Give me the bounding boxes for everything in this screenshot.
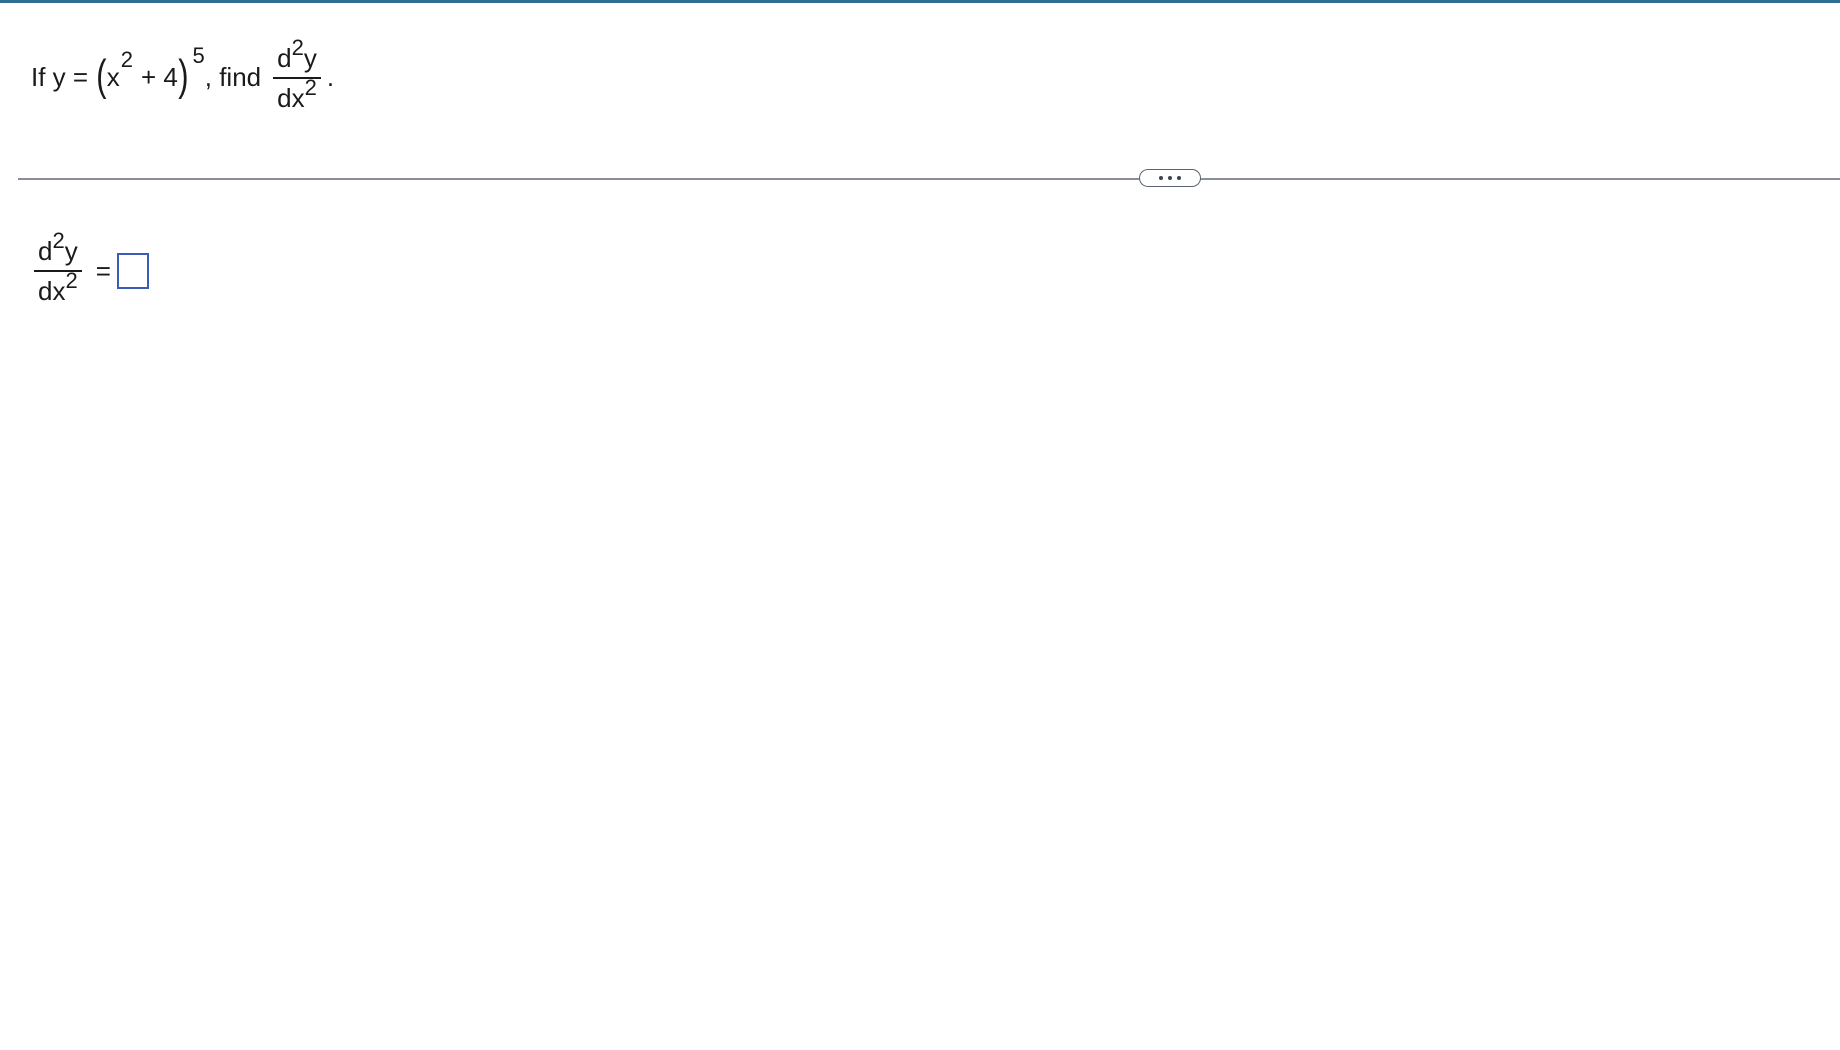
numerator-exponent: 2 — [291, 34, 304, 60]
answer-numerator-variable: y — [64, 236, 78, 266]
ellipsis-icon[interactable] — [1139, 169, 1201, 187]
base-variable: x — [106, 62, 120, 92]
denominator-exponent: 2 — [304, 74, 317, 100]
base-exponent: 2 — [120, 46, 133, 72]
question-period: . — [326, 62, 335, 92]
numerator-d: d — [277, 42, 292, 73]
fraction-denominator: dx2 — [273, 76, 321, 113]
numerator-variable: y — [303, 42, 317, 73]
question-statement: If y = ( x 2 + 4 ) 5 , find d2y dx2 . — [31, 30, 334, 125]
answer-row: d2y dx2 = — [30, 230, 149, 306]
answer-denominator-exponent: 2 — [65, 268, 78, 293]
plus-term: + 4 — [140, 62, 178, 92]
equals-sign: = — [95, 255, 111, 286]
question-prefix: If y = — [31, 62, 89, 92]
fraction-numerator: d2y — [273, 36, 321, 77]
answer-denominator-dx: dx — [38, 276, 66, 306]
outer-exponent: 5 — [192, 42, 205, 68]
answer-input[interactable] — [116, 253, 149, 289]
answer-denominator: dx2 — [34, 270, 82, 306]
page: If y = ( x 2 + 4 ) 5 , find d2y dx2 . d2… — [0, 0, 1840, 1050]
section-divider — [18, 178, 1840, 180]
top-accent-rule — [0, 0, 1840, 3]
answer-numerator-exponent: 2 — [52, 228, 65, 253]
find-text: , find — [204, 62, 262, 92]
right-paren: ) — [178, 50, 189, 100]
answer-numerator-d: d — [38, 236, 53, 266]
answer-lhs-fraction: d2y dx2 — [34, 230, 82, 306]
answer-numerator: d2y — [34, 230, 82, 270]
denominator-dx: dx — [277, 82, 305, 113]
left-paren: ( — [96, 50, 107, 100]
second-derivative-fraction: d2y dx2 — [273, 36, 321, 113]
